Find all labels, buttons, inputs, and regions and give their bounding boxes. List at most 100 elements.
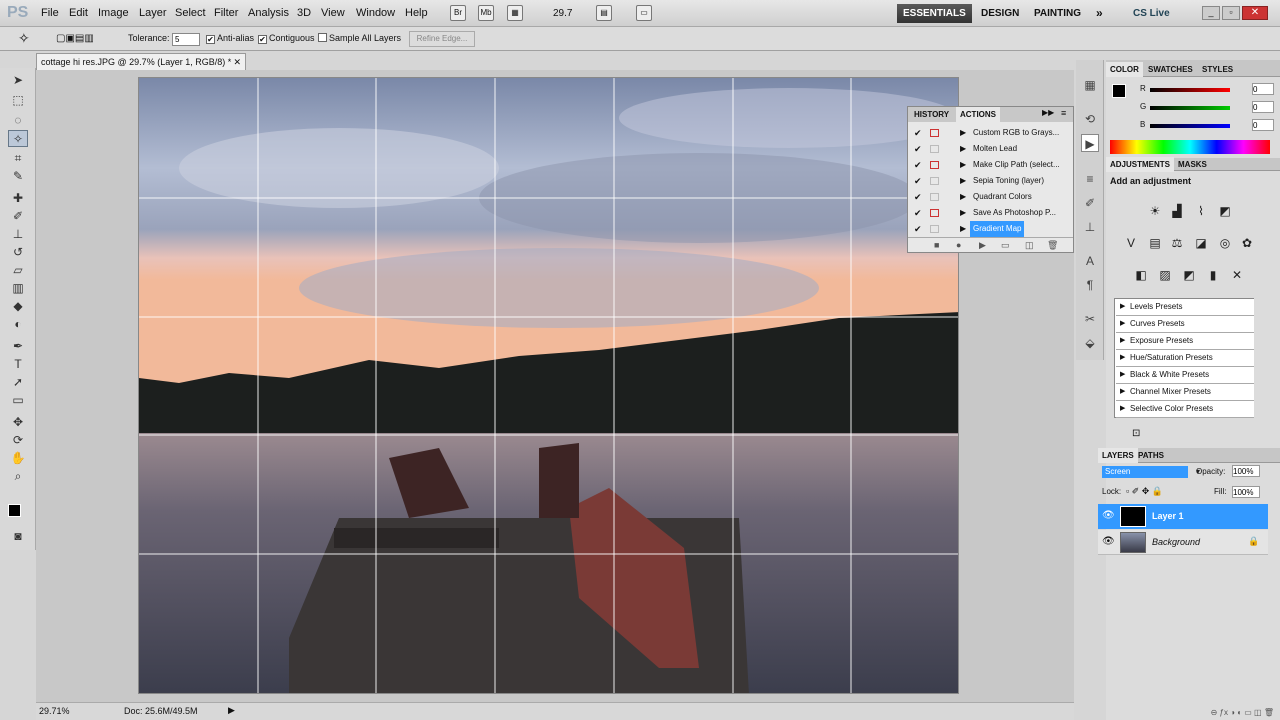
dodge-tool-icon[interactable]: ◐ bbox=[8, 316, 28, 333]
preset-item[interactable]: ▶ Exposure Presets bbox=[1116, 333, 1254, 350]
bridge-icon[interactable]: Br bbox=[450, 5, 466, 21]
color-foreground-swatch[interactable] bbox=[1112, 84, 1126, 98]
3d-dock-icon[interactable]: ⬙ bbox=[1081, 334, 1099, 352]
action-row[interactable]: ✔ ▶ Molten Lead bbox=[908, 141, 1063, 157]
3d-orbit-icon[interactable]: ⟳ bbox=[8, 432, 28, 449]
foreground-color-swatch[interactable] bbox=[8, 504, 21, 517]
document-canvas[interactable] bbox=[138, 77, 959, 694]
brightness-contrast-icon[interactable]: ☀ bbox=[1146, 202, 1164, 220]
character-dock-icon[interactable]: A bbox=[1081, 252, 1099, 270]
vibrance-icon[interactable]: V bbox=[1122, 234, 1140, 252]
path-selection-icon[interactable]: ➚ bbox=[8, 374, 28, 391]
color-balance-icon[interactable]: ⚖ bbox=[1168, 234, 1186, 252]
history-dock-icon[interactable]: ⟲ bbox=[1081, 110, 1099, 128]
expand-triangle-icon[interactable]: ▶ bbox=[960, 221, 966, 237]
menu-help[interactable]: Help bbox=[405, 7, 428, 19]
close-button[interactable]: ✕ bbox=[1242, 6, 1268, 20]
brush-tool-icon[interactable]: ✐ bbox=[8, 208, 28, 225]
expand-triangle-icon[interactable]: ▶ bbox=[960, 173, 966, 189]
levels-icon[interactable]: ▟ bbox=[1168, 202, 1186, 220]
action-checkmark-icon[interactable]: ✔ bbox=[914, 157, 922, 173]
action-checkmark-icon[interactable]: ✔ bbox=[914, 205, 922, 221]
marquee-tool-icon[interactable]: ⬚ bbox=[8, 92, 28, 109]
preset-item[interactable]: ▶ Black & White Presets bbox=[1116, 367, 1254, 384]
minimize-button[interactable]: _ bbox=[1202, 6, 1220, 20]
menu-edit[interactable]: Edit bbox=[69, 7, 88, 19]
contiguous-checkbox[interactable]: ✔ Contiguous bbox=[258, 33, 315, 44]
preset-item[interactable]: ▶ Channel Mixer Presets bbox=[1116, 384, 1254, 401]
stop-icon[interactable]: ■ bbox=[934, 240, 939, 250]
type-tool-icon[interactable]: T bbox=[8, 356, 28, 373]
quick-mask-icon[interactable]: ◙ bbox=[8, 528, 28, 545]
preset-item[interactable]: ▶ Hue/Saturation Presets bbox=[1116, 350, 1254, 367]
status-zoom[interactable]: 29.71% bbox=[39, 706, 70, 716]
action-row[interactable]: ✔ ▶ Custom RGB to Grays... bbox=[908, 125, 1063, 141]
paragraph-dock-icon[interactable]: ¶ bbox=[1081, 276, 1099, 294]
visibility-eye-icon[interactable]: 👁 bbox=[1102, 536, 1115, 547]
clone-source-dock-icon[interactable]: ⊥ bbox=[1081, 218, 1099, 236]
close-document-icon[interactable]: ✕ bbox=[233, 54, 241, 70]
screen-mode-icon[interactable]: ▭ bbox=[636, 5, 652, 21]
visibility-eye-icon[interactable]: 👁 bbox=[1102, 510, 1115, 521]
anti-alias-checkbox[interactable]: ✔ Anti-alias bbox=[206, 33, 254, 44]
blend-mode-select[interactable]: Screen ▾ bbox=[1102, 466, 1200, 478]
view-extras-icon[interactable]: ▦ bbox=[507, 5, 523, 21]
workspace-design[interactable]: DESIGN bbox=[975, 4, 1025, 23]
action-checkmark-icon[interactable]: ✔ bbox=[914, 173, 922, 189]
play-icon[interactable]: ▶ bbox=[979, 240, 986, 251]
channel-mixer-icon[interactable]: ✿ bbox=[1238, 234, 1256, 252]
tab-swatches[interactable]: SWATCHES bbox=[1144, 62, 1197, 77]
tool-presets-dock-icon[interactable]: ✂ bbox=[1081, 310, 1099, 328]
tab-layers[interactable]: LAYERS bbox=[1098, 448, 1138, 463]
b-value[interactable] bbox=[1252, 119, 1274, 131]
refine-edge-button[interactable]: Refine Edge... bbox=[409, 31, 475, 47]
lasso-tool-icon[interactable]: ◌ bbox=[8, 112, 28, 129]
dialog-toggle-icon[interactable] bbox=[930, 177, 939, 185]
dialog-toggle-icon[interactable] bbox=[930, 129, 939, 137]
lock-icons[interactable]: ▫ ✐ ✥ 🔒 bbox=[1126, 486, 1163, 497]
status-menu-arrow-icon[interactable]: ▶ bbox=[228, 705, 235, 716]
healing-brush-icon[interactable]: ✚ bbox=[8, 190, 28, 207]
layer-row-background[interactable]: 👁 Background 🔒 bbox=[1098, 530, 1268, 555]
sample-all-layers-checkbox[interactable]: Sample All Layers bbox=[318, 33, 401, 43]
fill-input[interactable] bbox=[1232, 486, 1260, 498]
history-brush-icon[interactable]: ↺ bbox=[8, 244, 28, 261]
clone-stamp-icon[interactable]: ⊥ bbox=[8, 226, 28, 243]
minibridge-icon[interactable]: Mb bbox=[478, 5, 494, 21]
b-slider[interactable] bbox=[1150, 124, 1230, 128]
eraser-tool-icon[interactable]: ▱ bbox=[8, 262, 28, 279]
delete-action-icon[interactable]: 🗑 bbox=[1047, 240, 1058, 251]
menu-layer[interactable]: Layer bbox=[139, 7, 167, 19]
menu-3d[interactable]: 3D bbox=[297, 7, 311, 19]
invert-icon[interactable]: ◧ bbox=[1132, 266, 1150, 284]
3d-rotate-icon[interactable]: ✥ bbox=[8, 414, 28, 431]
curves-icon[interactable]: ⌇ bbox=[1192, 202, 1210, 220]
menu-analysis[interactable]: Analysis bbox=[248, 7, 289, 19]
expand-triangle-icon[interactable]: ▶ bbox=[1120, 350, 1125, 366]
menu-select[interactable]: Select bbox=[175, 7, 206, 19]
layer-row-layer-1[interactable]: 👁 Layer 1 bbox=[1098, 504, 1268, 529]
hue-saturation-icon[interactable]: ▤ bbox=[1146, 234, 1164, 252]
hand-tool-icon[interactable]: ✋ bbox=[8, 450, 28, 467]
g-slider[interactable] bbox=[1150, 106, 1230, 110]
action-checkmark-icon[interactable]: ✔ bbox=[914, 189, 922, 205]
zoom-level[interactable]: 29.7 bbox=[553, 8, 572, 19]
expand-triangle-icon[interactable]: ▶ bbox=[960, 189, 966, 205]
dialog-toggle-icon[interactable] bbox=[930, 161, 939, 169]
dialog-toggle-icon[interactable] bbox=[930, 193, 939, 201]
menu-image[interactable]: Image bbox=[98, 7, 129, 19]
dialog-toggle-icon[interactable] bbox=[930, 209, 939, 217]
expand-triangle-icon[interactable]: ▶ bbox=[1120, 384, 1125, 400]
expand-triangle-icon[interactable]: ▶ bbox=[960, 125, 966, 141]
action-checkmark-icon[interactable]: ✔ bbox=[914, 125, 922, 141]
g-value[interactable] bbox=[1252, 101, 1274, 113]
selective-color-icon[interactable]: ✕ bbox=[1228, 266, 1246, 284]
photo-filter-icon[interactable]: ◎ bbox=[1216, 234, 1234, 252]
menu-file[interactable]: File bbox=[41, 7, 59, 19]
opacity-input[interactable] bbox=[1232, 465, 1260, 477]
tab-paths[interactable]: PATHS bbox=[1134, 448, 1168, 463]
tab-adjustments[interactable]: ADJUSTMENTS bbox=[1106, 157, 1175, 172]
color-spectrum-ramp[interactable] bbox=[1110, 140, 1270, 154]
document-tab[interactable]: cottage hi res.JPG @ 29.7% (Layer 1, RGB… bbox=[36, 53, 246, 70]
new-action-icon[interactable]: ◫ bbox=[1025, 240, 1034, 251]
